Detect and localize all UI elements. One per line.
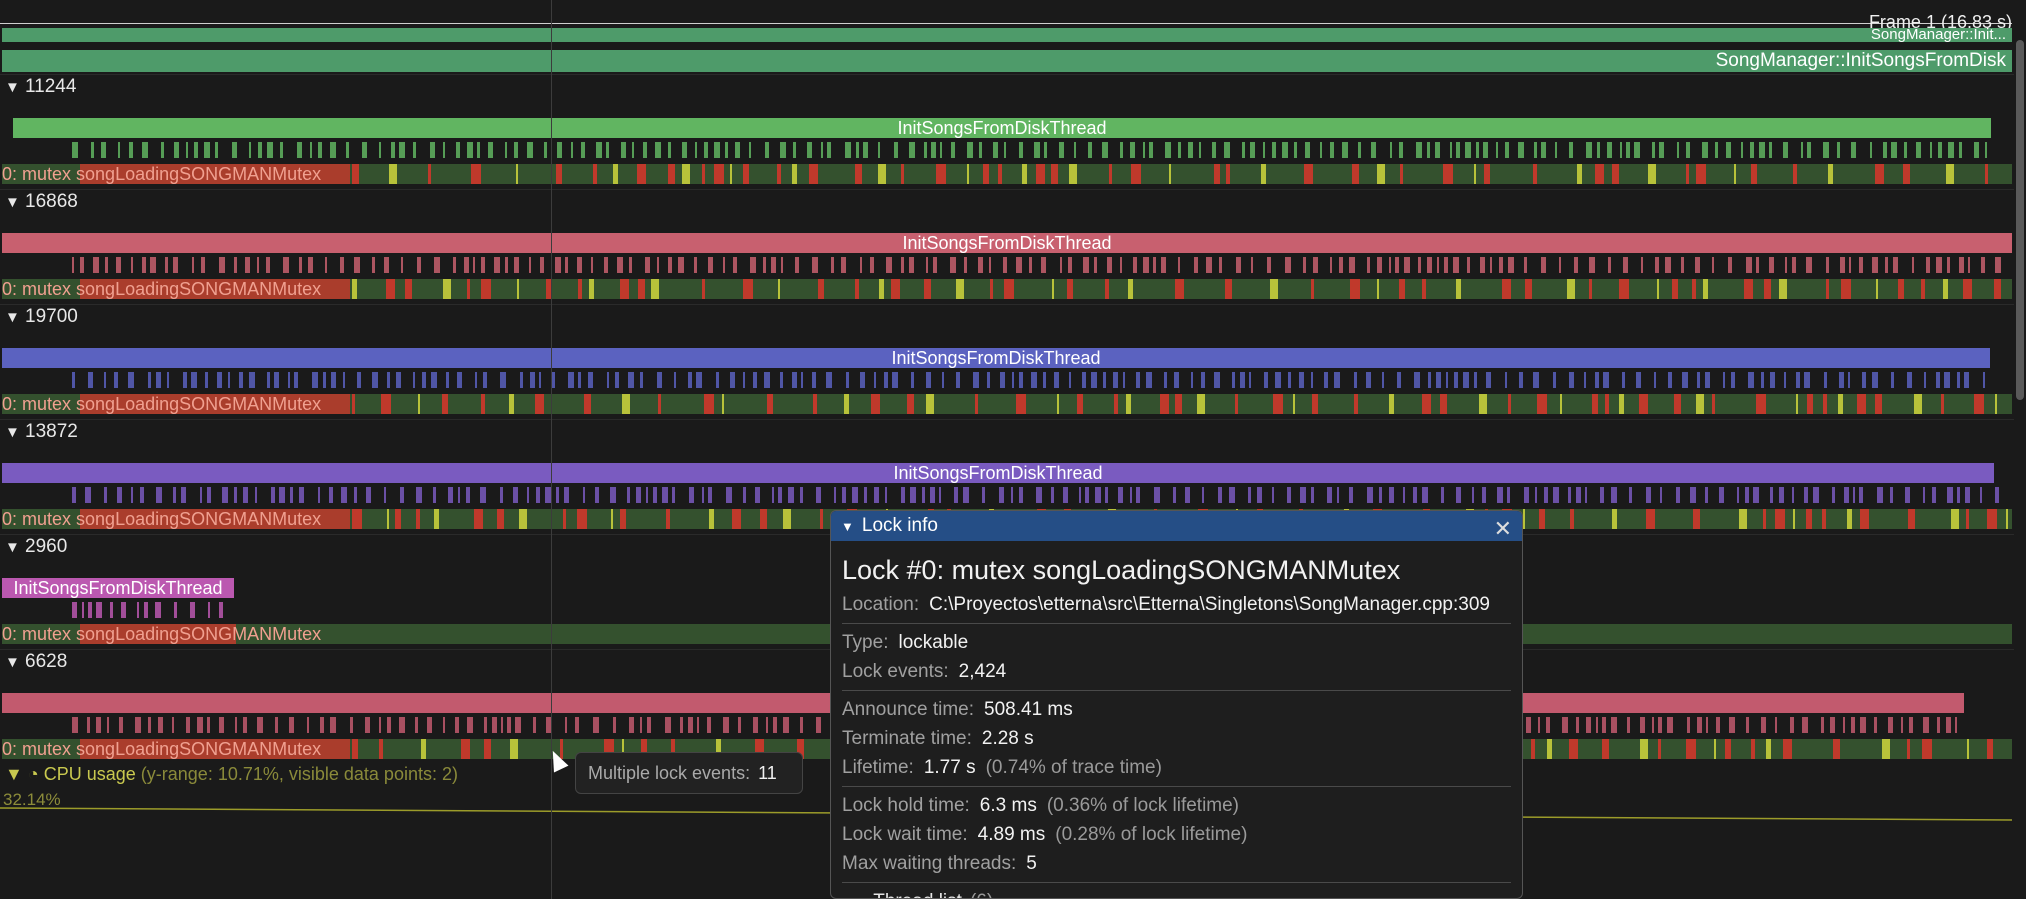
cpu-usage-info: (y-range: 10.71%, visible data points: 2… xyxy=(140,764,458,784)
cpu-usage-header[interactable]: ▼ ◔ CPU usage (y-range: 10.71%, visible … xyxy=(5,764,458,785)
terminate-time-label: Terminate time: xyxy=(842,728,972,749)
thread-id: 11244 xyxy=(25,76,77,97)
close-icon[interactable]: ✕ xyxy=(1494,514,1512,544)
thread-list-label: Thread list xyxy=(873,891,962,898)
divider xyxy=(842,623,1511,624)
gauge-icon: ◔ xyxy=(27,764,39,784)
divider xyxy=(842,786,1511,787)
child-zones-strip[interactable] xyxy=(2,255,2014,275)
zone-songmanager-init-truncated[interactable]: SongManager::Init... xyxy=(2,28,2012,42)
type-value: lockable xyxy=(898,632,969,653)
thread-list-toggle[interactable]: ▶Thread list(6) xyxy=(842,887,1511,898)
thread-header[interactable]: ▼ 2960 xyxy=(5,536,67,558)
lifetime-label: Lifetime: xyxy=(842,757,914,778)
lock-events-label: Lock events: xyxy=(842,661,949,682)
location-label: Location: xyxy=(842,594,920,615)
lock-hold-percent: (0.36% of lock lifetime) xyxy=(1046,795,1240,816)
tooltip-label: Multiple lock events: xyxy=(588,763,751,783)
lock-wait-percent: (0.28% of lock lifetime) xyxy=(1055,824,1248,845)
lock-hold-time-value: 6.3 ms xyxy=(979,795,1037,816)
thread-header[interactable]: ▼ 13872 xyxy=(5,421,78,443)
divider xyxy=(842,690,1511,691)
collapse-triangle-icon[interactable]: ▼ xyxy=(5,307,25,329)
cpu-usage-label: CPU usage xyxy=(43,764,136,784)
lifetime-percent: (0.74% of trace time) xyxy=(985,757,1162,778)
collapse-triangle-icon[interactable]: ▼ xyxy=(5,652,25,674)
collapse-triangle-icon[interactable]: ▼ xyxy=(841,519,854,534)
announce-time-label: Announce time: xyxy=(842,699,975,720)
lifetime-value: 1.77 s xyxy=(923,757,976,778)
lock-label[interactable]: 0: mutex songLoadingSONGMANMutex xyxy=(2,394,321,414)
divider xyxy=(842,882,1511,883)
announce-time-value[interactable]: 508.41 ms xyxy=(984,699,1073,720)
child-zones-strip[interactable] xyxy=(2,370,2014,390)
frame-boundary-line xyxy=(0,23,2012,24)
collapse-triangle-icon[interactable]: ▼ xyxy=(5,422,25,444)
lock-info-window[interactable]: ▼ Lock info ✕ Lock #0: mutex songLoadingS… xyxy=(830,510,1523,899)
thread-id: 6628 xyxy=(25,651,68,672)
collapse-triangle-icon[interactable]: ▼ xyxy=(5,537,25,559)
terminate-time-value[interactable]: 2.28 s xyxy=(982,728,1034,749)
lock-events-tooltip: Multiple lock events: 11 xyxy=(575,752,803,794)
zone-songmanager-initsongsfromdisk[interactable]: SongManager::InitSongsFromDisk xyxy=(2,50,2012,72)
location-value[interactable]: C:\Proyectos\etterna\src\Etterna\Singlet… xyxy=(929,594,1490,615)
lock-wait-time-label: Lock wait time: xyxy=(842,824,968,845)
child-zones-strip[interactable] xyxy=(2,140,2014,160)
lock-label[interactable]: 0: mutex songLoadingSONGMANMutex xyxy=(2,624,321,644)
collapse-triangle-icon[interactable]: ▼ xyxy=(5,764,28,784)
thread-separator xyxy=(0,419,2014,420)
thread-id: 13872 xyxy=(25,421,78,442)
lock-events-value: 2,424 xyxy=(958,661,1007,682)
lock-label[interactable]: 0: mutex songLoadingSONGMANMutex xyxy=(2,279,321,299)
zone-initsongsfromdiskthread[interactable]: InitSongsFromDiskThread xyxy=(2,233,2012,253)
child-zones-strip[interactable] xyxy=(2,485,2014,505)
zone-initsongsfromdiskthread[interactable]: InitSongsFromDiskThread xyxy=(2,578,234,598)
time-ruler[interactable]: Frame 1 (16.83 s) xyxy=(0,0,2026,32)
collapse-triangle-icon[interactable]: ▼ xyxy=(5,192,25,214)
thread-header[interactable]: ▼ 6628 xyxy=(5,651,67,673)
max-waiting-threads-label: Max waiting threads: xyxy=(842,853,1017,874)
lock-label[interactable]: 0: mutex songLoadingSONGMANMutex xyxy=(2,739,321,759)
zone-initsongsfromdiskthread[interactable]: InitSongsFromDiskThread xyxy=(2,348,1990,368)
thread-separator xyxy=(0,74,2014,75)
lock-wait-time-value: 4.89 ms xyxy=(977,824,1046,845)
thread-id: 19700 xyxy=(25,306,78,327)
zone-initsongsfromdiskthread[interactable]: InitSongsFromDiskThread xyxy=(2,463,1994,483)
collapse-triangle-icon[interactable]: ▼ xyxy=(5,77,25,99)
vertical-scrollbar[interactable] xyxy=(2016,40,2024,400)
lock-info-titlebar[interactable]: ▼ Lock info ✕ xyxy=(831,511,1522,541)
thread-id: 2960 xyxy=(25,536,68,557)
thread-id: 16868 xyxy=(25,191,78,212)
thread-header[interactable]: ▼ 11244 xyxy=(5,76,76,98)
lock-hold-time-label: Lock hold time: xyxy=(842,795,970,816)
lock-heading: Lock #0: mutex songLoadingSONGMANMutex xyxy=(842,555,1401,585)
type-label: Type: xyxy=(842,632,889,653)
thread-header[interactable]: ▼ 19700 xyxy=(5,306,78,328)
max-waiting-threads-value: 5 xyxy=(1026,853,1037,874)
lock-label[interactable]: 0: mutex songLoadingSONGMANMutex xyxy=(2,164,321,184)
tooltip-value: 11 xyxy=(758,763,777,783)
thread-separator xyxy=(0,304,2014,305)
zone-initsongsfromdiskthread[interactable]: InitSongsFromDiskThread xyxy=(13,118,1991,138)
thread-header[interactable]: ▼ 16868 xyxy=(5,191,78,213)
lock-label[interactable]: 0: mutex songLoadingSONGMANMutex xyxy=(2,509,321,529)
thread-list-count: (6) xyxy=(970,891,993,898)
thread-separator xyxy=(0,189,2014,190)
window-title: Lock info xyxy=(861,515,938,536)
